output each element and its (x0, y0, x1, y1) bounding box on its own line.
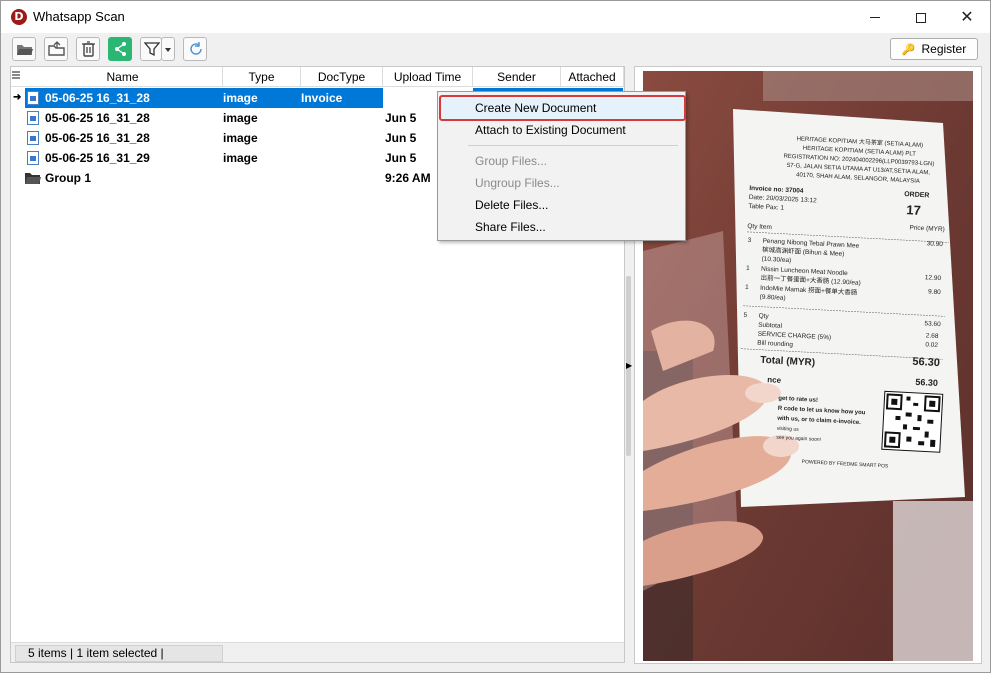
column-header-type[interactable]: Type (223, 67, 301, 87)
receipt-photo-drawing: HERITAGE KOPITIAM 大马茶室 (SETIA ALAM) HERI… (643, 71, 973, 661)
receipt-total-value: 56.30 (912, 356, 940, 369)
cell-doctype (301, 128, 383, 148)
image-file-icon (27, 151, 39, 165)
column-header-doctype[interactable]: DocType (301, 67, 383, 87)
receipt-line2-price: 12.90 (925, 274, 942, 282)
cell-type: image (223, 111, 258, 125)
minimize-icon (870, 17, 880, 18)
cell-doctype (301, 168, 383, 188)
menu-item-share-files[interactable]: Share Files... (438, 216, 685, 238)
cell-name: 05-06-25 16_31_28 (45, 131, 150, 145)
cell-type: image (223, 91, 258, 105)
open-file-icon (48, 41, 65, 56)
image-file-icon (27, 91, 39, 105)
status-text: 5 items | 1 item selected | (15, 645, 223, 662)
open-folder-icon (17, 45, 33, 55)
receipt-qty-item-head: Qty Item (747, 223, 772, 231)
receipt-service-value: 2.68 (926, 332, 939, 340)
share-button[interactable] (108, 37, 132, 61)
image-file-icon (27, 131, 39, 145)
receipt-balance-value: 56.30 (915, 377, 938, 388)
receipt-sum-qty-value: 53.60 (924, 320, 941, 328)
receipt-balance-label: nce (767, 375, 782, 385)
current-row-arrow-icon: ➜ (13, 92, 22, 103)
grid-header: Name Type DocType Upload Time Sender Att… (11, 67, 624, 87)
cell-type: image (223, 131, 258, 145)
filter-icon (144, 42, 160, 57)
cell-name: 05-06-25 16_31_29 (45, 151, 150, 165)
collapse-arrow-icon[interactable]: ▶ (626, 361, 632, 370)
image-file-icon (27, 111, 39, 125)
key-icon: 🔑 (901, 44, 916, 56)
filter-dropdown-button[interactable] (161, 37, 175, 61)
cell-type (223, 168, 301, 188)
window-title: Whatsapp Scan (33, 9, 125, 24)
cell-doctype (301, 148, 383, 168)
receipt-subtotal-label: Subtotal (758, 322, 783, 330)
app-logo-icon: D (11, 9, 27, 25)
menu-item-attach-to-existing-document[interactable]: Attach to Existing Document (438, 119, 685, 141)
receipt-line1-price: 30.90 (926, 240, 943, 248)
column-header-upload-time[interactable]: Upload Time (383, 67, 473, 87)
dropdown-icon (165, 48, 171, 52)
cell-name: 05-06-25 16_31_28 (45, 91, 150, 105)
menu-item-group-files[interactable]: Group Files... (438, 150, 685, 172)
close-icon: ✕ (960, 7, 974, 26)
minimize-button[interactable] (852, 1, 898, 33)
open-folder-button[interactable] (12, 37, 36, 61)
menu-item-delete-files[interactable]: Delete Files... (438, 194, 685, 216)
maximize-icon (916, 12, 926, 23)
menu-item-ungroup-files[interactable]: Ungroup Files... (438, 172, 685, 194)
title-bar: D Whatsapp Scan ✕ (1, 1, 990, 33)
qr-code (881, 390, 944, 453)
column-header-attached[interactable]: Attached (561, 67, 624, 87)
receipt-line3-price: 9.80 (928, 288, 941, 296)
cell-name: 05-06-25 16_31_28 (45, 111, 150, 125)
close-button[interactable]: ✕ (944, 1, 990, 33)
open-file-button[interactable] (44, 37, 68, 61)
column-header-sender[interactable]: Sender (473, 67, 561, 87)
register-button[interactable]: 🔑 Register (890, 38, 978, 60)
receipt-order-no: 17 (906, 202, 921, 218)
toolbar: 🔑 Register (1, 33, 990, 65)
column-chooser-icon[interactable] (12, 71, 20, 81)
cell-name: Group 1 (45, 171, 92, 185)
receipt-rounding-value: 0.02 (925, 341, 938, 349)
menu-separator (468, 145, 678, 146)
refresh-icon (190, 42, 202, 55)
share-icon (115, 42, 126, 56)
maximize-button[interactable] (898, 1, 944, 33)
receipt-line3-unit: (9.80/ea) (759, 294, 785, 302)
context-menu: Create New Document Attach to Existing D… (437, 91, 686, 241)
receipt-photo: HERITAGE KOPITIAM 大马茶室 (SETIA ALAM) HERI… (643, 71, 973, 661)
receipt-sum-qty-label: Qty (758, 313, 769, 321)
register-label: Register (921, 42, 967, 56)
receipt-order-label: ORDER (904, 191, 930, 199)
receipt-rate-line-4: visiting us (777, 426, 800, 433)
column-header-name[interactable]: Name (23, 67, 223, 87)
image-preview-panel: HERITAGE KOPITIAM 大马茶室 (SETIA ALAM) HERI… (634, 66, 982, 664)
app-window: D Whatsapp Scan ✕ 🔑 Register Name Type D… (0, 0, 991, 673)
delete-button[interactable] (76, 37, 100, 61)
status-bar: 5 items | 1 item selected | (11, 642, 624, 662)
filter-button[interactable] (140, 37, 162, 61)
refresh-button[interactable] (183, 37, 207, 61)
cell-doctype: Invoice (301, 91, 343, 105)
menu-item-create-new-document[interactable]: Create New Document (438, 97, 685, 119)
cell-type: image (223, 151, 258, 165)
folder-icon (25, 173, 41, 184)
delete-icon (82, 41, 95, 57)
cell-doctype (301, 108, 383, 128)
